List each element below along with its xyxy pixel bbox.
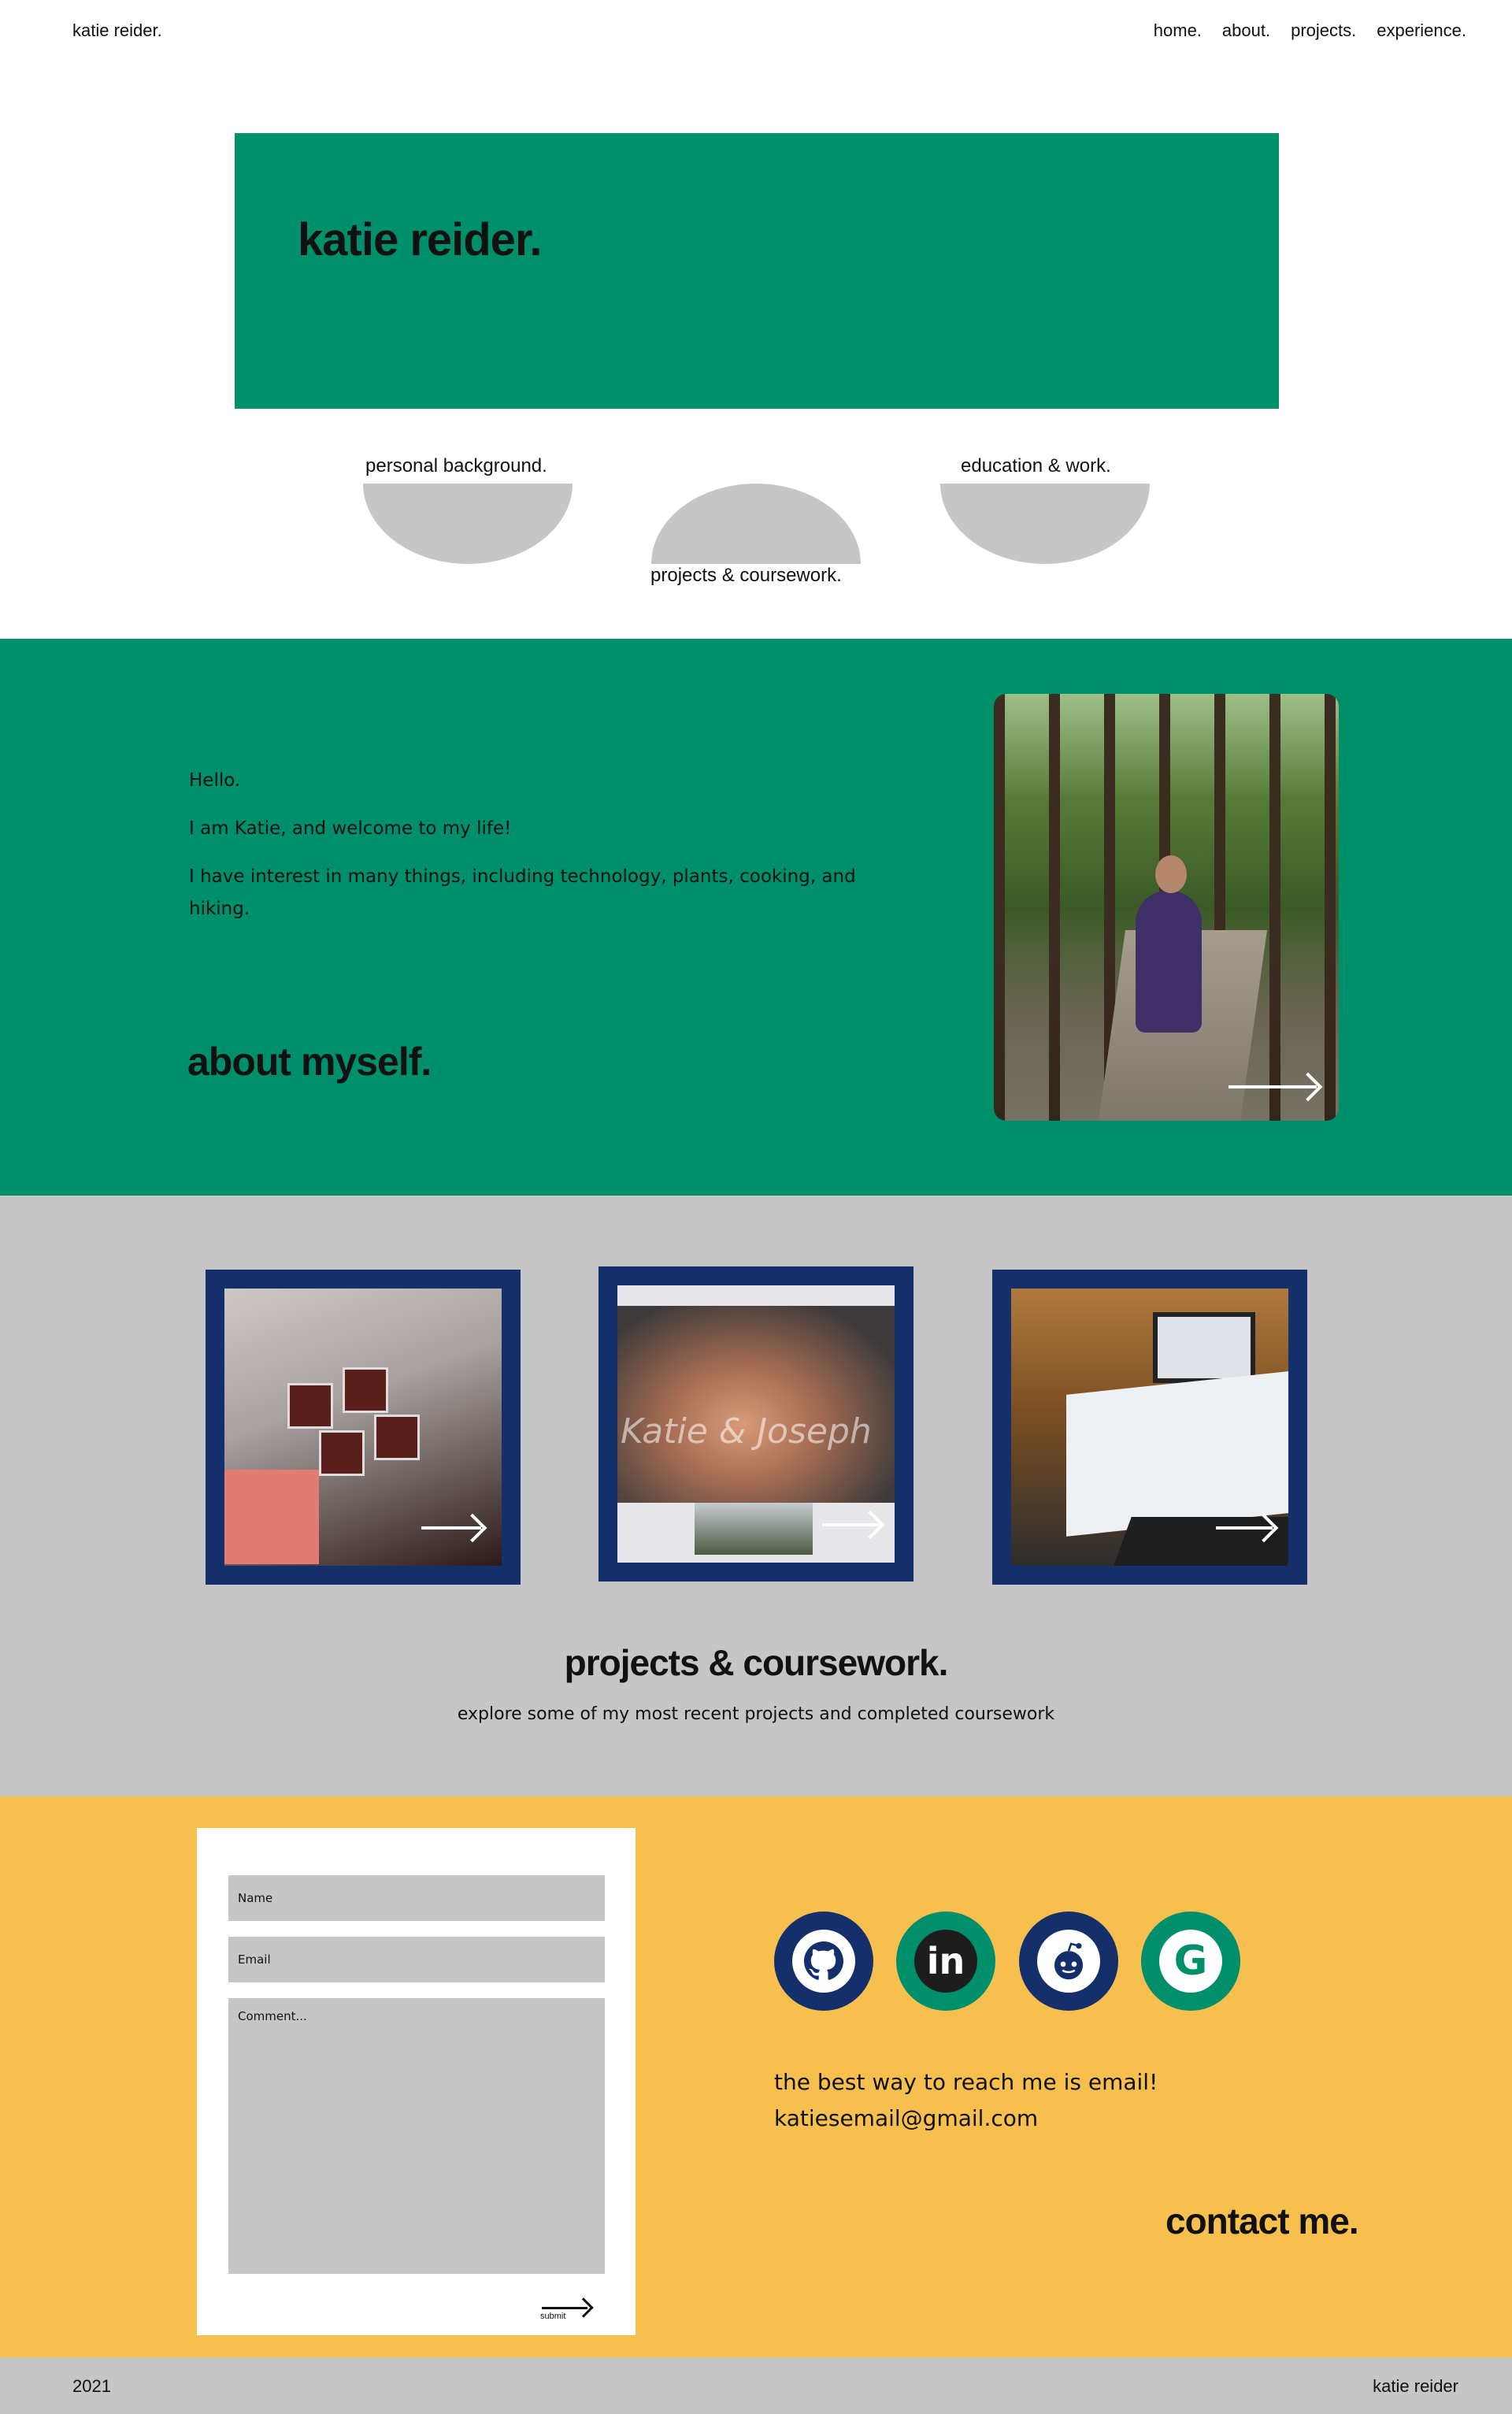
landscape-strip	[695, 1503, 813, 1555]
nav-link-home[interactable]: home.	[1154, 20, 1202, 41]
hero-title: katie reider.	[298, 214, 542, 265]
personal-background-label[interactable]: personal background.	[365, 455, 547, 477]
projects-coursework-label[interactable]: projects & coursework.	[650, 565, 842, 587]
nav-link-about[interactable]: about.	[1222, 20, 1270, 41]
arrow-right-icon[interactable]	[421, 1513, 487, 1543]
about-greeting: Hello.	[189, 770, 241, 791]
personal-background-button[interactable]	[363, 484, 573, 564]
about-heading: about myself.	[187, 1040, 432, 1084]
google-icon: G	[1159, 1930, 1222, 1993]
reddit-link[interactable]	[1019, 1912, 1118, 2011]
projects-subtitle: explore some of my most recent projects …	[457, 1704, 1055, 1724]
hiker-figure	[1136, 891, 1202, 1033]
project-card-wedding[interactable]: Katie & Joseph	[598, 1266, 914, 1582]
contact-email[interactable]: katiesemail@gmail.com	[774, 2101, 1158, 2137]
google-link[interactable]: G	[1141, 1912, 1240, 2011]
project-card-laptops[interactable]	[992, 1270, 1307, 1585]
arrow-right-icon[interactable]	[1228, 1072, 1323, 1102]
education-work-label[interactable]: education & work.	[961, 455, 1111, 477]
contact-section: submit in G the best way to reach me is …	[0, 1797, 1512, 2357]
wedding-caption: Katie & Joseph	[621, 1411, 872, 1452]
contact-heading: contact me.	[1166, 2201, 1359, 2242]
education-work-button[interactable]	[940, 484, 1150, 564]
laptop-screen-back	[1153, 1312, 1255, 1383]
arrow-right-icon[interactable]	[822, 1510, 885, 1540]
email-input[interactable]	[228, 1937, 605, 1982]
brand-name[interactable]: katie reider.	[72, 20, 162, 41]
about-text: Hello. I am Katie, and welcome to my lif…	[189, 765, 866, 941]
submit-label: submit	[540, 2312, 566, 2321]
nav-link-experience[interactable]: experience.	[1377, 20, 1466, 41]
hiker-head	[1155, 855, 1187, 893]
name-input[interactable]	[228, 1875, 605, 1921]
nav-link-projects[interactable]: projects.	[1291, 20, 1356, 41]
about-section: Hello. I am Katie, and welcome to my lif…	[0, 639, 1512, 1196]
projects-coursework-button[interactable]	[651, 484, 861, 564]
about-interests: I have interest in many things, includin…	[189, 866, 856, 919]
contact-note-text: the best way to reach me is email!	[774, 2069, 1158, 2095]
contact-note: the best way to reach me is email! katie…	[774, 2064, 1158, 2137]
hero-banner: katie reider.	[235, 133, 1279, 409]
laptop-screen-front	[1066, 1371, 1288, 1537]
projects-heading: projects & coursework.	[564, 1642, 949, 1683]
hiking-photo[interactable]	[994, 694, 1339, 1121]
project-thumbnail-recipes	[224, 1289, 502, 1566]
hands-photo	[617, 1306, 895, 1503]
contact-form: submit	[197, 1828, 636, 2335]
arrow-right-icon[interactable]	[1216, 1513, 1279, 1543]
nav-links: home. about. projects. experience.	[1154, 20, 1466, 41]
project-card-recipes[interactable]	[206, 1270, 521, 1585]
linkedin-link[interactable]: in	[896, 1912, 995, 2011]
github-icon	[792, 1930, 855, 1993]
top-nav: katie reider. home. about. projects. exp…	[0, 0, 1512, 63]
footer-year: 2021	[72, 2376, 111, 2396]
reddit-icon	[1037, 1930, 1100, 1993]
comment-textarea[interactable]	[228, 1998, 605, 2274]
projects-section: Katie & Joseph projects & coursework. ex…	[0, 1196, 1512, 1797]
project-thumbnail-wedding: Katie & Joseph	[617, 1285, 895, 1563]
footer-name: katie reider	[1373, 2376, 1458, 2396]
footer: 2021 katie reider	[0, 2357, 1512, 2414]
linkedin-icon: in	[914, 1930, 977, 1993]
about-intro: I am Katie, and welcome to my life!	[189, 818, 512, 839]
project-thumbnail-laptops	[1011, 1289, 1288, 1566]
github-link[interactable]	[774, 1912, 873, 2011]
submit-button[interactable]: submit	[540, 2293, 595, 2324]
